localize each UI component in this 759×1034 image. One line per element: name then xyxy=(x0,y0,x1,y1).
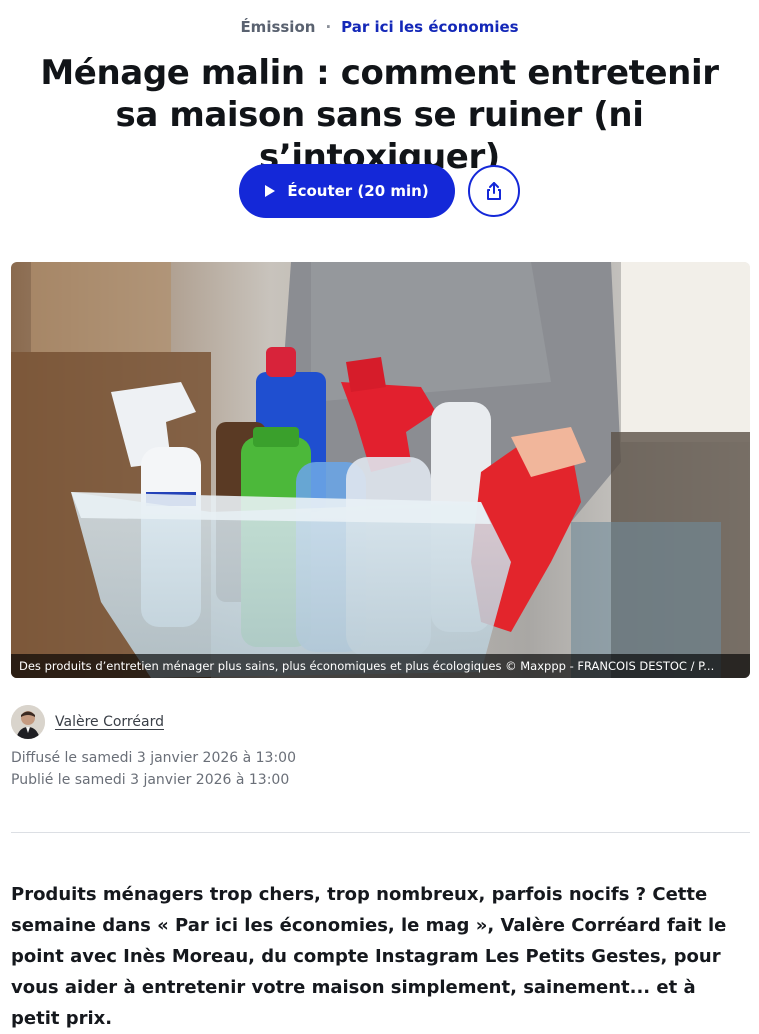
breadcrumb: Émission · Par ici les économies xyxy=(0,16,759,38)
published-date: Publié le samedi 3 janvier 2026 à 13:00 xyxy=(11,772,290,788)
hero-image xyxy=(11,262,750,678)
article-actions: Écouter (20 min) xyxy=(0,164,759,218)
breadcrumb-separator: · xyxy=(325,18,332,36)
play-icon xyxy=(265,185,276,197)
article-dates: Diffusé le samedi 3 janvier 2026 à 13:00… xyxy=(11,747,296,791)
page-title: Ménage malin : comment entretenir sa mai… xyxy=(40,53,719,177)
article-lead: Produits ménagers trop chers, trop nombr… xyxy=(11,884,727,1029)
broadcast-date: Diffusé le samedi 3 janvier 2026 à 13:00 xyxy=(11,750,296,766)
breadcrumb-type: Émission xyxy=(240,18,316,36)
article-page: Émission · Par ici les économies Ménage ma… xyxy=(0,0,759,1029)
breadcrumb-show-link[interactable]: Par ici les économies xyxy=(341,18,518,36)
avatar-image xyxy=(11,705,45,739)
author-link[interactable]: Valère Corréard xyxy=(55,714,164,730)
image-caption: Des produits d’entretien ménager plus sa… xyxy=(11,654,750,678)
listen-button[interactable]: Écouter (20 min) xyxy=(239,164,455,218)
share-button[interactable] xyxy=(468,165,520,217)
hero-figure: Des produits d’entretien ménager plus sa… xyxy=(11,262,750,678)
listen-button-label: Écouter (20 min) xyxy=(287,182,429,200)
share-icon xyxy=(487,182,501,200)
author-block: Valère Corréard xyxy=(11,705,164,739)
avatar[interactable] xyxy=(11,705,45,739)
divider xyxy=(11,832,750,833)
